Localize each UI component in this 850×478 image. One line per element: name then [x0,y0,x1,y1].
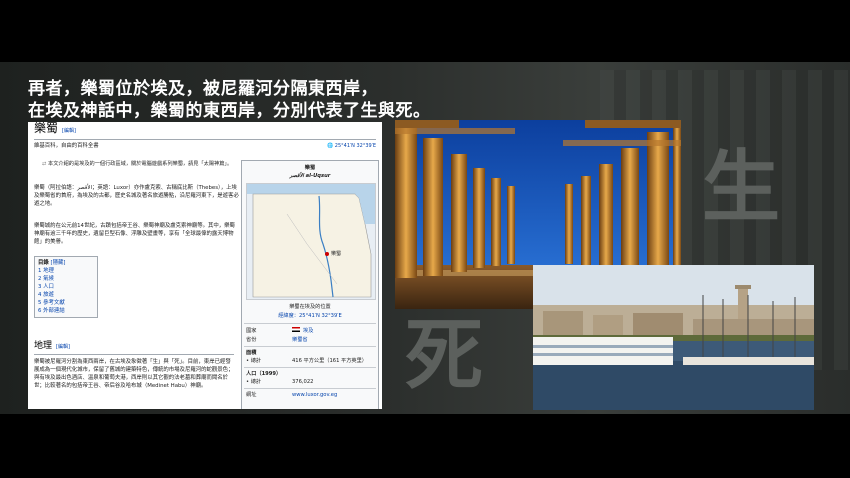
egypt-location-map[interactable]: 樂蜀 [246,183,376,300]
toc-header: 目錄 [隱藏] [38,259,94,267]
map-caption: 樂蜀在埃及的位置 [289,304,331,310]
country-link[interactable]: 埃及 [303,327,313,335]
headline-line-2: 在埃及神話中，樂蜀的東西岸，分別代表了生與死。 [28,101,431,121]
toc-title: 目錄 [38,260,49,266]
wiki-hatnote: ⇄ 本文介紹的是埃及的一個行政區域，關於電腦遊戲系列樂蜀，請見「太陽神篇」。 [42,161,233,167]
wiki-subtitle: 維基百科，自由的百科全書 [34,143,99,149]
headline-line-1: 再者，樂蜀位於埃及，被尼羅河分隔東西岸， [28,79,378,99]
luxor-nile-photo [533,265,814,410]
life-character: 生 [702,143,781,233]
toc-item-population[interactable]: 3 人口 [38,283,94,291]
province-link[interactable]: 樂蜀省 [292,336,308,344]
map-marker-label: 樂蜀 [331,251,342,257]
toc-item-tourism[interactable]: 4 旅遊 [38,291,94,299]
egypt-flag-icon [292,327,300,332]
wiki-geography-paragraph: 樂蜀被尼羅河分割為東西兩岸，在古埃及象徵著「生」與「死」。目前，東岸已經發展成為… [34,359,234,389]
slide-headline: 再者，樂蜀位於埃及，被尼羅河分隔東西岸， 在埃及神話中，樂蜀的東西岸，分別代表了… [28,78,431,122]
section-divider [34,354,234,355]
nile-illustration [533,265,814,410]
wiki-toc: 目錄 [隱藏] 1 地理 2 氣候 3 人口 4 旅遊 5 參考文獻 6 外部連… [34,256,98,318]
website-link[interactable]: www.luxor.gov.eg [292,391,337,399]
wiki-infobox: 樂蜀 الأقصر al-Uqsur 樂蜀 樂蜀在埃及的位置 經緯度：25°41… [241,160,379,409]
toc-item-geography[interactable]: 1 地理 [38,267,94,275]
slide: 再者，樂蜀位於埃及，被尼羅河分隔東西岸， 在埃及神話中，樂蜀的東西岸，分別代表了… [0,0,850,478]
infobox-divider-4 [244,388,376,389]
infobox-name: 樂蜀 [304,165,316,171]
hatnote-icon: ⇄ [42,161,47,167]
death-character: 死 [405,311,484,401]
title-divider [34,139,376,140]
toc-item-climate[interactable]: 2 氣候 [38,275,94,283]
infobox-name-arabic: الأقصر al-Uqsur [289,173,331,179]
section-edit-link[interactable]: [編輯] [56,344,70,350]
section-heading-geography: 地理 [編輯] [34,341,70,351]
infobox-row-population: 人口（1999） [246,371,282,377]
wiki-page-title: 樂蜀 [編輯] [34,122,76,135]
wiki-intro-paragraph-1: 樂蜀（阿拉伯語：الأقصر；英語：Luxor）亦作盧克索、古稱底比斯（Theb… [34,185,239,207]
infobox-coords[interactable]: 經緯度：25°41′N 32°39′E [246,312,374,320]
toc-item-references[interactable]: 5 參考文獻 [38,299,94,307]
toc-item-external-links[interactable]: 6 外部連結 [38,307,94,315]
globe-icon: 🌐 [326,143,334,149]
wikipedia-screenshot: 樂蜀 [編輯] 🌐 25°41′N 32°39′E 維基百科，自由的百科全書 ⇄ … [28,122,382,409]
infobox-divider-3 [244,367,376,368]
toc-hide-link[interactable]: [隱藏] [51,260,66,266]
egypt-map-svg [247,184,375,298]
infobox-row-area: 面積 [246,350,257,356]
wiki-title-edit-link[interactable]: [編輯] [62,128,76,134]
wiki-coords[interactable]: 🌐 25°41′N 32°39′E [327,142,376,150]
infobox-divider-1 [244,323,376,324]
wiki-intro-paragraph-2: 樂蜀城約在公元前14世紀，古蹟包括帝王谷、樂蜀神廟及盧克索神廟等。其中，樂蜀神廟… [34,223,235,245]
infobox-divider-2 [244,346,376,347]
